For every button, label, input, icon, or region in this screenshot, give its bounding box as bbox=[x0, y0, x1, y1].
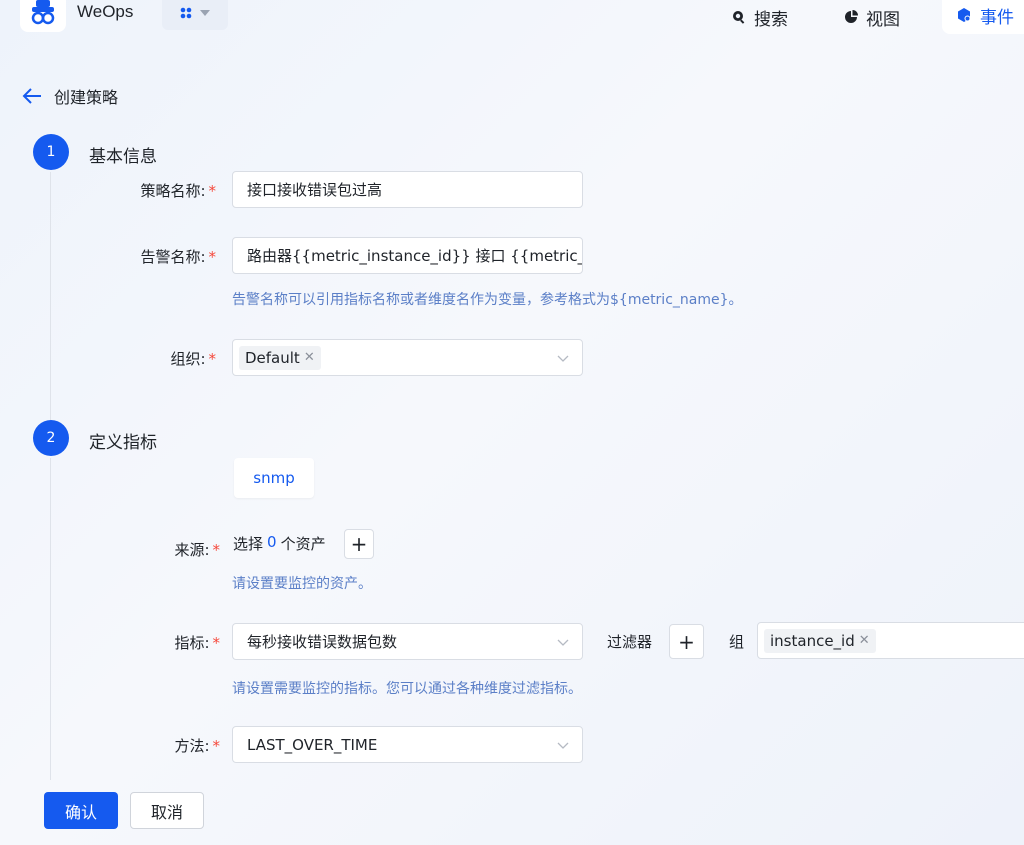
nav-event-label: 事件 bbox=[980, 7, 1014, 28]
metric-label: 指标: * bbox=[174, 634, 220, 652]
chevron-down-icon bbox=[557, 639, 569, 646]
event-icon bbox=[958, 8, 971, 22]
alert-name-input[interactable]: 路由器{{metric_instance_id}} 接口 {{metric_if… bbox=[232, 237, 583, 274]
org-select[interactable]: Default ✕ bbox=[232, 339, 583, 376]
caret-down-icon bbox=[200, 10, 210, 16]
metric-select[interactable]: 每秒接收错误数据包数 bbox=[232, 623, 583, 660]
logo[interactable] bbox=[20, 0, 66, 32]
group-select[interactable]: instance_id ✕ bbox=[757, 622, 1024, 659]
step-connector bbox=[50, 458, 51, 780]
page-header: 创建策略 bbox=[22, 84, 118, 108]
step-number-2: 2 bbox=[33, 420, 69, 456]
step-title-basic-info: 基本信息 bbox=[89, 147, 157, 167]
step-connector bbox=[50, 172, 51, 420]
apps-icon bbox=[180, 7, 192, 19]
policy-name-input[interactable]: 接口接收错误包过高 bbox=[232, 171, 583, 208]
tag-close-icon[interactable]: ✕ bbox=[304, 350, 315, 365]
app-name: WeOps bbox=[77, 2, 134, 21]
top-bar: WeOps 搜索 视图 事件 bbox=[0, 0, 1024, 34]
plus-icon: + bbox=[350, 532, 368, 556]
page-title: 创建策略 bbox=[54, 88, 119, 107]
method-label: 方法: * bbox=[174, 737, 220, 755]
plus-icon: + bbox=[678, 629, 695, 654]
nav-search[interactable]: 搜索 bbox=[732, 0, 788, 34]
group-label: 组 bbox=[729, 633, 745, 651]
chevron-down-icon bbox=[557, 742, 569, 749]
method-select[interactable]: LAST_OVER_TIME bbox=[232, 726, 583, 763]
metric-help: 请设置需要监控的指标。您可以通过各种维度过滤指标。 bbox=[232, 681, 582, 697]
org-tag: Default ✕ bbox=[239, 345, 321, 370]
step-number-1: 1 bbox=[33, 134, 69, 170]
alert-name-help: 告警名称可以引用指标名称或者维度名作为变量，参考格式为${metric_name… bbox=[232, 292, 743, 308]
app-switcher[interactable] bbox=[162, 0, 228, 30]
search-icon bbox=[733, 11, 745, 24]
filter-label: 过滤器 bbox=[607, 633, 653, 651]
source-prefix: 选择 bbox=[233, 535, 264, 553]
org-label: 组织: * bbox=[170, 350, 216, 368]
source-count: 0 bbox=[267, 533, 277, 551]
source-selector: 选择 0 个资产 bbox=[233, 533, 326, 554]
group-tag: instance_id ✕ bbox=[764, 628, 876, 653]
policy-name-label: 策略名称: * bbox=[140, 182, 216, 200]
weops-logo-icon bbox=[31, 0, 55, 25]
tag-close-icon[interactable]: ✕ bbox=[859, 633, 870, 648]
nav-event[interactable]: 事件 bbox=[942, 0, 1024, 34]
add-source-button[interactable]: + bbox=[344, 529, 374, 559]
arrow-left-icon[interactable] bbox=[22, 88, 42, 104]
source-suffix: 个资产 bbox=[280, 535, 326, 553]
chevron-down-icon bbox=[557, 355, 569, 362]
source-label: 来源: * bbox=[174, 541, 220, 559]
nav-view-label: 视图 bbox=[866, 9, 900, 30]
add-filter-button[interactable]: + bbox=[669, 624, 704, 659]
nav-search-label: 搜索 bbox=[754, 9, 788, 30]
step-title-define-metric: 定义指标 bbox=[89, 433, 157, 453]
alert-name-label: 告警名称: * bbox=[140, 248, 216, 266]
cancel-button[interactable]: 取消 bbox=[130, 792, 204, 829]
pie-chart-icon bbox=[845, 10, 858, 23]
confirm-button[interactable]: 确认 bbox=[44, 792, 118, 829]
nav-view[interactable]: 视图 bbox=[844, 0, 900, 34]
source-help: 请设置要监控的资产。 bbox=[232, 576, 372, 592]
plugin-tab-snmp[interactable]: snmp bbox=[234, 458, 314, 498]
